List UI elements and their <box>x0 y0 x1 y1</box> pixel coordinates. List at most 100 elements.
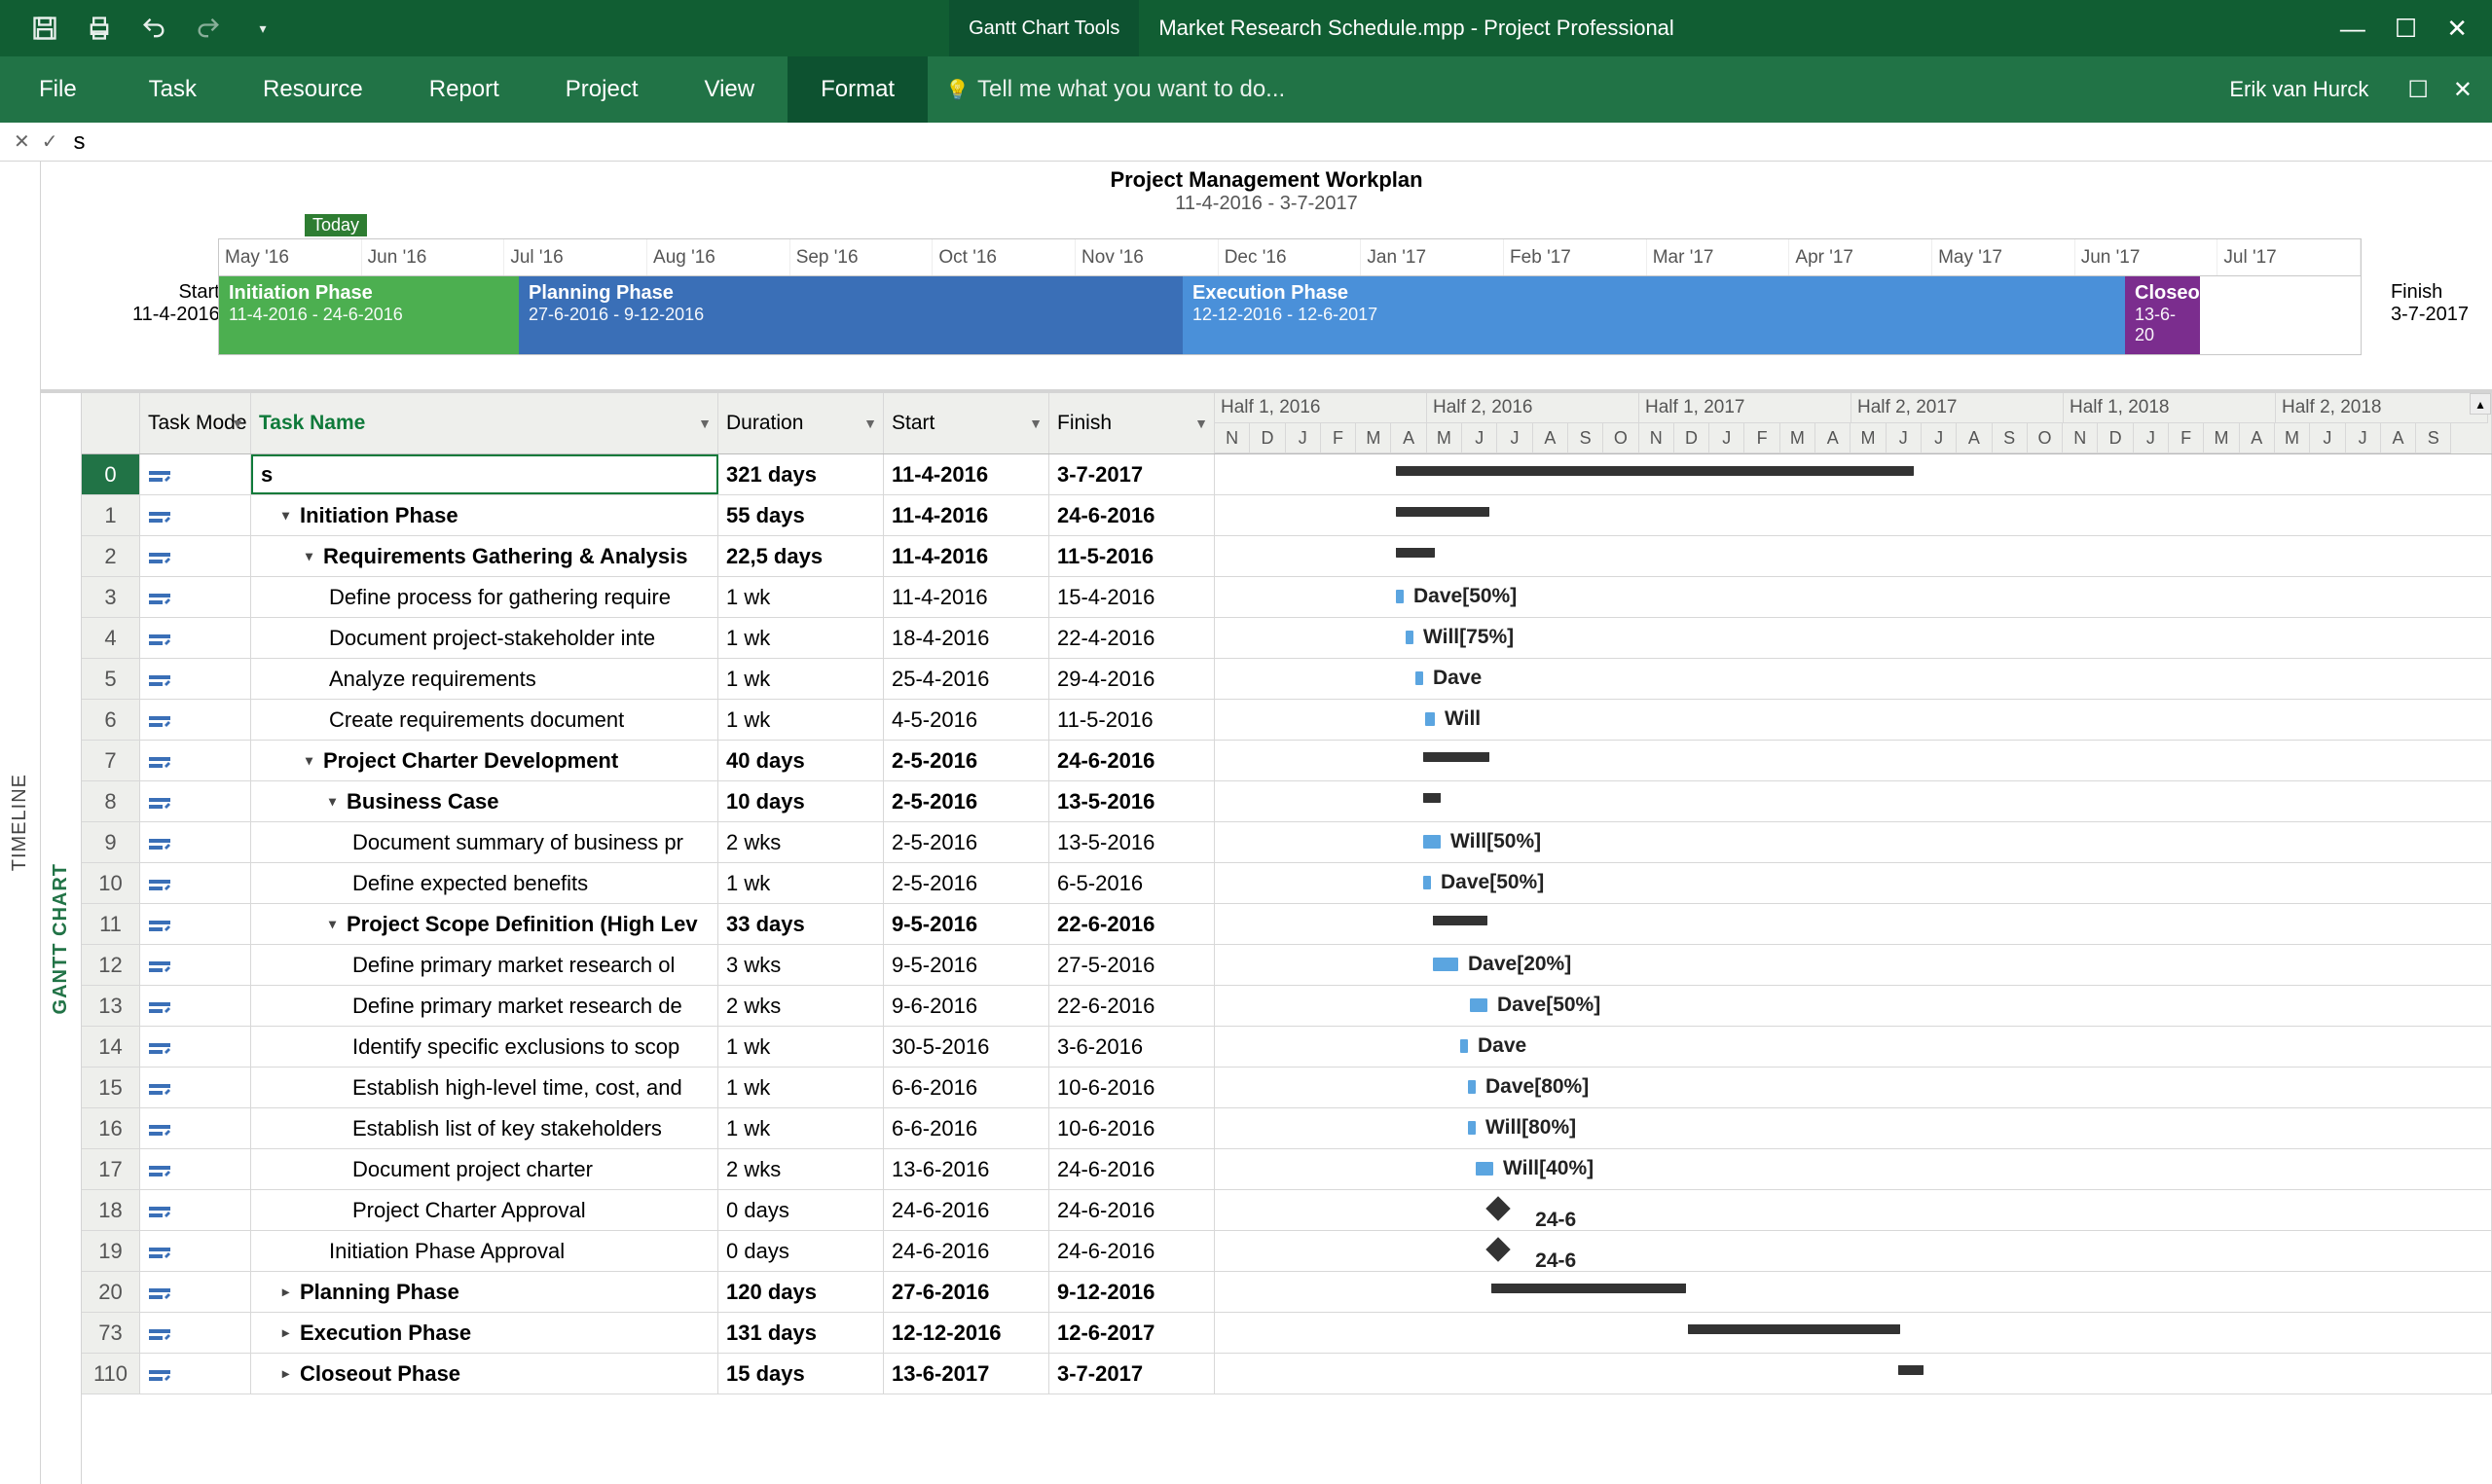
cell-start[interactable]: 24-6-2016 <box>884 1231 1049 1271</box>
cell-finish[interactable]: 27-5-2016 <box>1049 945 1215 985</box>
col-header-task-name[interactable]: Task Name▼ <box>251 393 718 453</box>
summary-bar[interactable] <box>1396 466 1914 476</box>
row-index[interactable]: 14 <box>82 1027 140 1067</box>
cell-dur[interactable]: 1 wk <box>718 1027 884 1067</box>
task-row[interactable]: 9Document summary of business pr2 wks2-5… <box>82 822 2492 863</box>
gantt-bar-cell[interactable] <box>1215 904 2492 944</box>
summary-bar[interactable] <box>1423 752 1489 762</box>
row-index[interactable]: 10 <box>82 863 140 903</box>
chevron-down-icon[interactable]: ▼ <box>1029 416 1043 431</box>
gantt-bar-cell[interactable]: Will <box>1215 700 2492 740</box>
task-row[interactable]: 6Create requirements document1 wk4-5-201… <box>82 700 2492 741</box>
cell-start[interactable]: 11-4-2016 <box>884 454 1049 494</box>
collapse-icon[interactable]: ▾ <box>329 916 343 932</box>
collapse-icon[interactable]: ▾ <box>306 548 319 564</box>
cell-dur[interactable]: 2 wks <box>718 986 884 1026</box>
user-name[interactable]: Erik van Hurck <box>2229 77 2388 102</box>
maximize-icon[interactable]: ☐ <box>2395 14 2417 44</box>
cell-dur[interactable]: 0 days <box>718 1190 884 1230</box>
timeline-panel-label[interactable]: TIMELINE <box>0 162 41 1484</box>
task-name-cell[interactable]: ▸Execution Phase <box>251 1313 718 1353</box>
cell-dur[interactable]: 131 days <box>718 1313 884 1353</box>
task-mode-cell[interactable] <box>140 1108 251 1148</box>
task-row[interactable]: 15Establish high-level time, cost, and 1… <box>82 1068 2492 1108</box>
summary-bar[interactable] <box>1396 548 1435 558</box>
task-row[interactable]: 10Define expected benefits1 wk2-5-20166-… <box>82 863 2492 904</box>
gantt-bar-cell[interactable]: 24-6 <box>1215 1231 2492 1271</box>
task-mode-cell[interactable] <box>140 1313 251 1353</box>
timeline-phase[interactable]: Initiation Phase11-4-2016 - 24-6-2016 <box>219 276 519 354</box>
col-header-task-mode[interactable]: Task Mode▼ <box>140 393 251 453</box>
cell-dur[interactable]: 33 days <box>718 904 884 944</box>
task-row[interactable]: 11▾Project Scope Definition (High Lev33 … <box>82 904 2492 945</box>
row-index[interactable]: 11 <box>82 904 140 944</box>
cell-finish[interactable]: 24-6-2016 <box>1049 1231 1215 1271</box>
cell-finish[interactable]: 29-4-2016 <box>1049 659 1215 699</box>
task-mode-cell[interactable] <box>140 986 251 1026</box>
gantt-panel-label[interactable]: GANTT CHART <box>41 393 82 1484</box>
task-bar[interactable]: Dave <box>1415 671 1423 685</box>
milestone-marker[interactable]: 24-6 <box>1485 1196 1510 1220</box>
task-name-cell[interactable]: Identify specific exclusions to scop <box>251 1027 718 1067</box>
cell-finish[interactable]: 11-5-2016 <box>1049 536 1215 576</box>
cell-dur[interactable]: 1 wk <box>718 577 884 617</box>
gantt-bar-cell[interactable] <box>1215 781 2492 821</box>
task-name-cell[interactable]: ▾Initiation Phase <box>251 495 718 535</box>
cell-start[interactable]: 4-5-2016 <box>884 700 1049 740</box>
task-mode-cell[interactable] <box>140 495 251 535</box>
cell-start[interactable]: 6-6-2016 <box>884 1068 1049 1107</box>
row-index[interactable]: 12 <box>82 945 140 985</box>
col-header-start[interactable]: Start▼ <box>884 393 1049 453</box>
chevron-down-icon[interactable]: ▼ <box>698 416 712 431</box>
chevron-down-icon[interactable]: ▼ <box>231 416 244 431</box>
gantt-bar-cell[interactable] <box>1215 536 2492 576</box>
task-mode-cell[interactable] <box>140 454 251 494</box>
cell-finish[interactable]: 10-6-2016 <box>1049 1108 1215 1148</box>
row-index[interactable]: 20 <box>82 1272 140 1312</box>
gantt-bar-cell[interactable] <box>1215 741 2492 780</box>
task-bar[interactable]: Dave[80%] <box>1468 1080 1476 1094</box>
task-name-cell[interactable]: ▾Project Charter Development <box>251 741 718 780</box>
cell-dur[interactable]: 1 wk <box>718 1068 884 1107</box>
cell-finish[interactable]: 9-12-2016 <box>1049 1272 1215 1312</box>
cell-start[interactable]: 24-6-2016 <box>884 1190 1049 1230</box>
task-mode-cell[interactable] <box>140 700 251 740</box>
task-mode-cell[interactable] <box>140 1190 251 1230</box>
timeline-phase[interactable]: Closeou13-6-20 <box>2125 276 2200 354</box>
task-row[interactable]: 7▾Project Charter Development40 days2-5-… <box>82 741 2492 781</box>
cell-finish[interactable]: 22-4-2016 <box>1049 618 1215 658</box>
select-all-cell[interactable] <box>82 393 140 453</box>
row-index[interactable]: 1 <box>82 495 140 535</box>
gantt-bar-cell[interactable] <box>1215 1354 2492 1394</box>
task-mode-cell[interactable] <box>140 1149 251 1189</box>
gantt-bar-cell[interactable]: Dave[80%] <box>1215 1068 2492 1107</box>
gantt-bar-cell[interactable]: Dave <box>1215 1027 2492 1067</box>
gantt-bar-cell[interactable]: Dave <box>1215 659 2492 699</box>
cell-dur[interactable]: 1 wk <box>718 618 884 658</box>
cell-start[interactable]: 2-5-2016 <box>884 781 1049 821</box>
gantt-bar-cell[interactable] <box>1215 454 2492 494</box>
row-index[interactable]: 2 <box>82 536 140 576</box>
task-mode-cell[interactable] <box>140 822 251 862</box>
ribbon-restore-icon[interactable]: ☐ <box>2407 76 2429 104</box>
cell-finish[interactable]: 13-5-2016 <box>1049 822 1215 862</box>
row-index[interactable]: 110 <box>82 1354 140 1394</box>
summary-bar[interactable] <box>1491 1284 1686 1293</box>
task-row[interactable]: 16Establish list of key stakeholders1 wk… <box>82 1108 2492 1149</box>
col-header-duration[interactable]: Duration▼ <box>718 393 884 453</box>
task-mode-cell[interactable] <box>140 945 251 985</box>
task-mode-cell[interactable] <box>140 618 251 658</box>
minimize-icon[interactable]: — <box>2340 14 2365 44</box>
cell-finish[interactable]: 11-5-2016 <box>1049 700 1215 740</box>
task-row[interactable]: 17Document project charter2 wks13-6-2016… <box>82 1149 2492 1190</box>
task-row[interactable]: 1▾Initiation Phase55 days11-4-201624-6-2… <box>82 495 2492 536</box>
close-icon[interactable]: ✕ <box>2446 14 2468 44</box>
row-index[interactable]: 9 <box>82 822 140 862</box>
task-bar[interactable]: Will[75%] <box>1406 631 1413 644</box>
row-index[interactable]: 6 <box>82 700 140 740</box>
cell-dur[interactable]: 120 days <box>718 1272 884 1312</box>
row-index[interactable]: 7 <box>82 741 140 780</box>
task-mode-cell[interactable] <box>140 659 251 699</box>
row-index[interactable]: 15 <box>82 1068 140 1107</box>
row-index[interactable]: 73 <box>82 1313 140 1353</box>
